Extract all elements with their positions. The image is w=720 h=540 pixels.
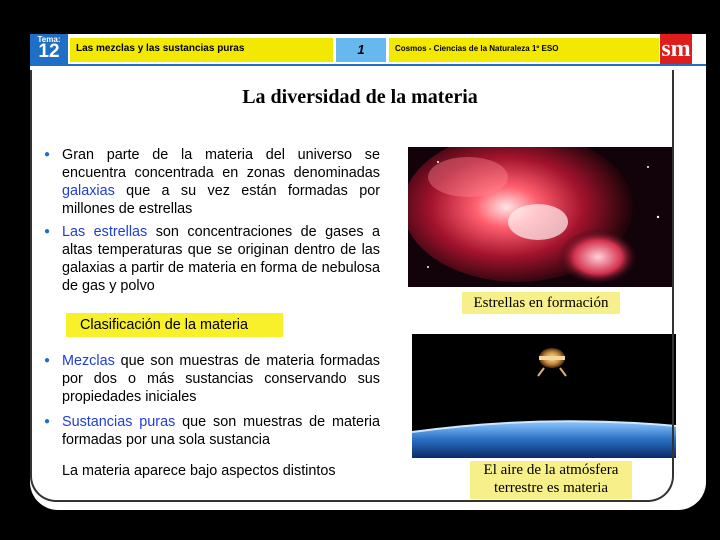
series-bar: Cosmos - Ciencias de la Naturaleza 1º ES… [389, 38, 659, 62]
topic-title-bar: Las mezclas y las sustancias puras [70, 38, 333, 62]
bullet-dot-icon: ● [44, 226, 51, 237]
topic-title: Las mezclas y las sustancias puras [76, 43, 245, 54]
bullet-mezclas: Mezclas que son muestras de materia form… [62, 352, 380, 406]
classification-label: Clasificación de la materia [80, 317, 248, 333]
photo2-caption-line1: El aire de la atmósfera [483, 462, 619, 478]
slide-header: Tema: 12 Las mezclas y las sustancias pu… [30, 34, 706, 64]
footer-statement: La materia aparece bajo aspectos distint… [62, 463, 336, 479]
mezclas-link[interactable]: Mezclas [62, 353, 115, 369]
photo2-caption-line2: terrestre es materia [493, 480, 609, 496]
bullet-dot-icon: ● [44, 416, 51, 427]
photo2-caption: El aire de la atmósfera terrestre es mat… [470, 461, 632, 499]
tema-badge: Tema: 12 [30, 34, 68, 64]
photo1-caption: Estrellas en formación [462, 292, 620, 314]
tema-number: 12 [38, 41, 60, 62]
bullet-text: Gran parte de la materia del universo se… [62, 147, 380, 181]
nebula-photo [408, 147, 672, 287]
sustancias-link[interactable]: Sustancias puras [62, 414, 175, 430]
galaxias-link[interactable]: galaxias [62, 183, 115, 199]
bullet-sustancias: Sustancias puras que son muestras de mat… [62, 413, 380, 449]
bullet-dot-icon: ● [44, 149, 51, 160]
bullet-dot-icon: ● [44, 355, 51, 366]
page-number: 1 [357, 42, 365, 57]
header-divider [30, 64, 706, 66]
bullet-galaxias: Gran parte de la materia del universo se… [62, 146, 380, 218]
series-title: Cosmos - Ciencias de la Naturaleza 1º ES… [395, 44, 559, 53]
bullet-estrellas: Las estrellas son concentraciones de gas… [62, 223, 380, 295]
estrellas-link[interactable]: Las estrellas [62, 224, 147, 240]
classification-highlight: Clasificación de la materia [66, 313, 283, 337]
page-title: La diversidad de la materia [242, 86, 478, 108]
sm-logo: sm [660, 34, 692, 64]
page-number-box: 1 [336, 38, 386, 62]
atmosphere-photo [412, 334, 676, 458]
